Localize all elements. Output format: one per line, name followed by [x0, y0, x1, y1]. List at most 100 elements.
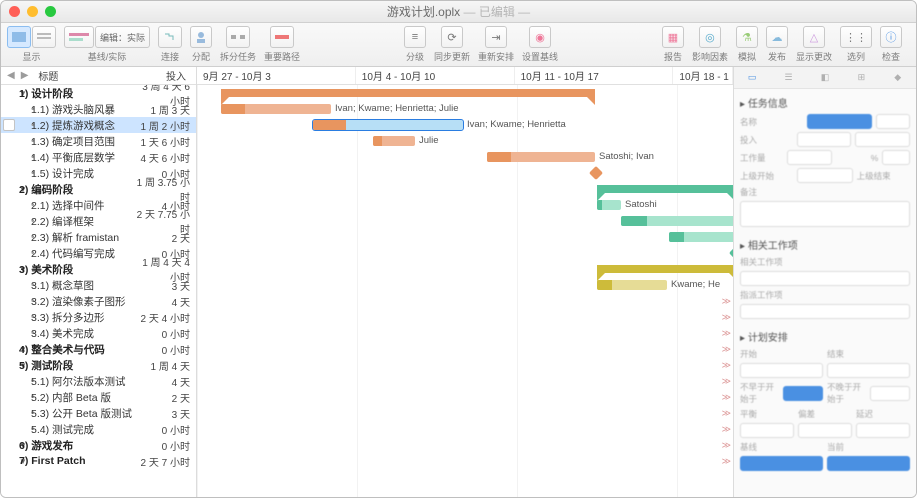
row-checkbox[interactable]: [3, 119, 15, 131]
outline-row[interactable]: ▼3) 美术阶段1 周 4 天 4 小时: [1, 261, 196, 277]
disclosure-triangle-icon[interactable]: ▼: [1, 265, 19, 274]
factors-button[interactable]: ◎: [699, 26, 721, 48]
disclosure-triangle-icon[interactable]: ▼: [1, 89, 19, 98]
outline-row[interactable]: •5.3) 公开 Beta 版测试3 天: [1, 405, 196, 421]
inspector-tab-resource-icon[interactable]: ☰: [779, 70, 799, 86]
bullet-icon: •: [1, 280, 31, 291]
outline-row[interactable]: ▼6) 游戏发布0 小时: [1, 437, 196, 453]
disclosure-triangle-icon[interactable]: ▼: [1, 441, 19, 450]
outline-row[interactable]: ▼1) 设计阶段3 周 4 天 6 小时: [1, 85, 196, 101]
insp-end-field[interactable]: [827, 363, 910, 378]
outline-row[interactable]: •2.2) 编译框架2 天 7.75 小时: [1, 213, 196, 229]
outline-row[interactable]: •1.2) 提炼游戏概念1 周 2 小时: [1, 117, 196, 133]
outline-row[interactable]: •5.1) 阿尔法版本测试4 天: [1, 373, 196, 389]
insp-work-field[interactable]: [787, 150, 832, 165]
setbaseline-button[interactable]: ◉: [529, 26, 551, 48]
task-bar[interactable]: Julie: [373, 136, 415, 146]
insp-dep1-field[interactable]: [740, 271, 910, 286]
outline-row[interactable]: •5.2) 内部 Beta 版2 天: [1, 389, 196, 405]
insp-base-field[interactable]: [740, 456, 823, 471]
inspector-tab-project-icon[interactable]: ◆: [888, 70, 908, 86]
outline-back-icon[interactable]: ◀: [7, 70, 15, 81]
baseline-toggle-button[interactable]: [64, 26, 94, 48]
outline-row[interactable]: ▼2) 编码阶段1 周 3.75 小时: [1, 181, 196, 197]
insp-dur-field[interactable]: [855, 132, 910, 147]
col-title[interactable]: 标题: [38, 68, 134, 83]
milestone[interactable]: [729, 246, 733, 260]
connect-button[interactable]: [158, 26, 182, 48]
row-title: 1.4) 平衡底层数学: [31, 150, 132, 165]
disclosure-triangle-icon[interactable]: ▼: [1, 457, 19, 466]
offscreen-arrow-icon: ≫: [722, 376, 731, 387]
publish-button[interactable]: ☁: [766, 26, 788, 48]
assign-button[interactable]: [190, 26, 212, 48]
group-bar[interactable]: [597, 185, 733, 193]
disclosure-triangle-icon[interactable]: ▼: [1, 361, 19, 370]
disclosure-triangle-icon[interactable]: ▼: [1, 345, 19, 354]
outline-fwd-icon[interactable]: ▶: [21, 70, 29, 81]
outline-row[interactable]: •1.1) 游戏头脑风暴1 周 3 天: [1, 101, 196, 117]
outline-row[interactable]: •3.4) 美术完成0 小时: [1, 325, 196, 341]
disclosure-triangle-icon[interactable]: ▼: [1, 185, 19, 194]
sync-label: 同步更新: [434, 50, 470, 63]
view-outline-button[interactable]: [32, 26, 56, 48]
minimize-icon[interactable]: [27, 6, 38, 17]
filter-button[interactable]: ⋮⋮: [840, 26, 872, 48]
outline-row[interactable]: •5.4) 测试完成0 小时: [1, 421, 196, 437]
insp-name-field[interactable]: [807, 114, 872, 129]
outline-row[interactable]: ▼7) First Patch2 天 7 小时: [1, 453, 196, 469]
group-bar[interactable]: [221, 89, 595, 97]
insp-cur-field[interactable]: [827, 456, 910, 471]
group-bar[interactable]: [597, 265, 733, 273]
insp-dep2-field[interactable]: [740, 304, 910, 319]
view-gantt-button[interactable]: [7, 26, 31, 48]
task-bar[interactable]: Kwame; He: [597, 280, 667, 290]
simulate-button[interactable]: ⚗: [736, 26, 758, 48]
zoom-icon[interactable]: [45, 6, 56, 17]
bar-label: Satoshi; Ivan: [599, 151, 654, 162]
outline-row[interactable]: •1.4) 平衡底层数学4 天 6 小时: [1, 149, 196, 165]
inspector-tab-task-icon[interactable]: ▭: [742, 70, 762, 86]
edit-actual-button[interactable]: 编辑：实际: [95, 26, 150, 48]
outline-row[interactable]: •3.1) 概念草图3 天: [1, 277, 196, 293]
outline-row[interactable]: •3.3) 拆分多边形2 天 4 小时: [1, 309, 196, 325]
level-button[interactable]: ≡: [404, 26, 426, 48]
reschedule-button[interactable]: ⇥: [485, 26, 507, 48]
insp-notes-field[interactable]: [740, 201, 910, 227]
insp-effort-field[interactable]: [797, 132, 852, 147]
outline-row[interactable]: •3.2) 渲染像素子图形4 天: [1, 293, 196, 309]
task-bar[interactable]: Ivan; Satoshi: [621, 216, 733, 226]
offscreen-arrow-icon: ≫: [722, 296, 731, 307]
insp-pct-field[interactable]: [882, 150, 910, 165]
outline-row[interactable]: ▼5) 测试阶段1 周 4 天: [1, 357, 196, 373]
outline-row[interactable]: •1.3) 确定项目范围1 天 6 小时: [1, 133, 196, 149]
task-bar[interactable]: Satoshi: [597, 200, 621, 210]
insp-b1[interactable]: [740, 423, 794, 438]
inspect-button[interactable]: ⓘ: [880, 26, 902, 48]
insp-s1-field[interactable]: [797, 168, 852, 183]
inspector-tab-style-icon[interactable]: ◧: [815, 70, 835, 86]
update-button[interactable]: △: [803, 26, 825, 48]
sync-button[interactable]: ⟳: [441, 26, 463, 48]
milestone[interactable]: [589, 166, 603, 180]
task-bar[interactable]: Ivan; Kwame; Henrietta; Julie: [221, 104, 331, 114]
critical-button[interactable]: [270, 26, 294, 48]
close-icon[interactable]: [9, 6, 20, 17]
insp-type-field[interactable]: [876, 114, 910, 129]
gantt-pane[interactable]: 9月 27 - 10月 310月 4 - 10月 1010月 11 - 10月 …: [197, 67, 733, 497]
task-bar[interactable]: Ivan; Kwame; Henrietta: [313, 120, 463, 130]
outline-row[interactable]: •2.3) 解析 framistan2 天: [1, 229, 196, 245]
task-bar[interactable]: Satoshi; Ivan: [487, 152, 595, 162]
task-bar[interactable]: Satoshi: [669, 232, 733, 242]
insp-c1-field[interactable]: [783, 386, 824, 401]
bar-label: Kwame; He: [671, 279, 720, 290]
report-button[interactable]: ▦: [662, 26, 684, 48]
insp-start-field[interactable]: [740, 363, 823, 378]
split-button[interactable]: [226, 26, 250, 48]
insp-c2-field[interactable]: [870, 386, 911, 401]
col-effort[interactable]: 投入: [134, 68, 190, 83]
inspector-tab-custom-icon[interactable]: ⊞: [851, 70, 871, 86]
insp-b2[interactable]: [798, 423, 852, 438]
insp-b3[interactable]: [856, 423, 910, 438]
outline-row[interactable]: ▼4) 整合美术与代码0 小时: [1, 341, 196, 357]
